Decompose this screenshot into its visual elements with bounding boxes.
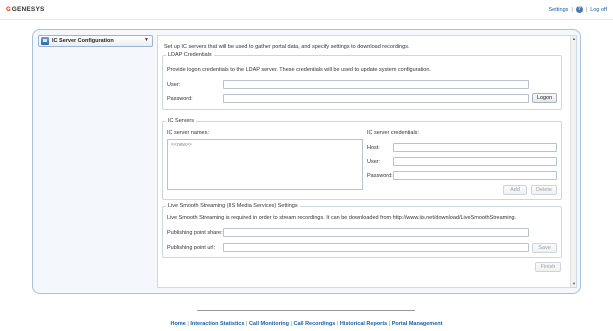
finish-button[interactable]: Finish: [535, 262, 561, 272]
ldap-user-input[interactable]: [223, 80, 529, 89]
ic-user-input[interactable]: [393, 157, 557, 166]
logon-button[interactable]: Logon: [532, 93, 557, 103]
add-button[interactable]: Add: [503, 185, 527, 195]
genesys-logo-mark-icon: ɢ: [6, 4, 11, 13]
live-smooth-description: Live Smooth Streaming is required in ord…: [167, 215, 517, 221]
host-input[interactable]: [393, 143, 557, 152]
intro-text: Set up IC servers that will be used to g…: [164, 44, 410, 50]
panel-scrollbar[interactable]: ▲ ▼: [570, 36, 576, 287]
header-links: Settings | ? | Log off: [549, 6, 607, 13]
delete-button[interactable]: Delete: [531, 185, 557, 195]
footer-link-portal-management[interactable]: Portal Management: [392, 321, 443, 327]
separator: |: [187, 321, 189, 327]
footer-link-home[interactable]: Home: [171, 321, 186, 327]
ic-password-label: Password:: [367, 173, 393, 179]
brand-name: GENESYS: [11, 5, 45, 13]
ldap-legend: LDAP Credentials: [168, 52, 212, 58]
configuration-selector-value: IC Server Configuration: [52, 38, 114, 44]
live-smooth-legend: Live Smooth Streaming (IIS Media Service…: [168, 203, 298, 209]
separator: |: [388, 321, 391, 327]
publishing-point-url-input[interactable]: [223, 243, 529, 252]
separator: |: [290, 321, 292, 327]
ic-server-names-list[interactable]: <<new>>: [167, 139, 363, 190]
footer-link-historical-reports[interactable]: Historical Reports: [340, 321, 387, 327]
log-off-link[interactable]: Log off: [590, 7, 607, 13]
footer-link-interaction-statistics[interactable]: Interaction Statistics: [190, 321, 244, 327]
chevron-down-icon[interactable]: ▼: [144, 37, 149, 43]
footer-link-call-monitoring[interactable]: Call Monitoring: [249, 321, 289, 327]
server-config-icon: [41, 37, 49, 45]
header-divider: [0, 19, 613, 20]
publishing-point-share-label: Publishing point share:: [167, 230, 223, 236]
ldap-password-label: Password:: [167, 96, 193, 102]
settings-link[interactable]: Settings: [549, 7, 569, 13]
separator: |: [585, 6, 588, 13]
ic-password-input[interactable]: [393, 171, 557, 180]
footer-divider: [197, 310, 415, 311]
separator: |: [336, 321, 339, 327]
top-header: ɢ GENESYS Settings | ? | Log off: [0, 0, 613, 20]
help-icon[interactable]: ?: [575, 6, 583, 13]
configuration-selector[interactable]: IC Server Configuration ▼: [38, 35, 153, 47]
separator: |: [571, 6, 573, 13]
ic-server-names-label: IC server names:: [167, 130, 209, 136]
genesys-logo: ɢ GENESYS: [6, 5, 45, 13]
ic-servers-legend: IC Servers: [168, 118, 194, 124]
scroll-up-arrow-icon[interactable]: ▲: [571, 36, 577, 42]
ic-user-label: User:: [367, 159, 381, 165]
ldap-password-input[interactable]: [223, 94, 529, 103]
save-button[interactable]: Save: [532, 243, 557, 253]
ldap-user-label: User:: [167, 82, 181, 88]
publishing-point-url-label: Publishing point url:: [167, 245, 216, 251]
ldap-description: Provide logon credentials to the LDAP se…: [167, 67, 431, 73]
host-label: Host:: [367, 145, 380, 151]
publishing-point-share-input[interactable]: [223, 228, 529, 237]
footer-link-call-recordings[interactable]: Call Recordings: [293, 321, 335, 327]
scroll-down-arrow-icon[interactable]: ▼: [571, 281, 577, 287]
footer-nav: Home | Interaction Statistics | Call Mon…: [0, 321, 613, 327]
ic-server-credentials-label: IC server credentials:: [367, 130, 419, 136]
new-server-placeholder[interactable]: <<new>>: [171, 142, 192, 148]
separator: |: [245, 321, 248, 327]
